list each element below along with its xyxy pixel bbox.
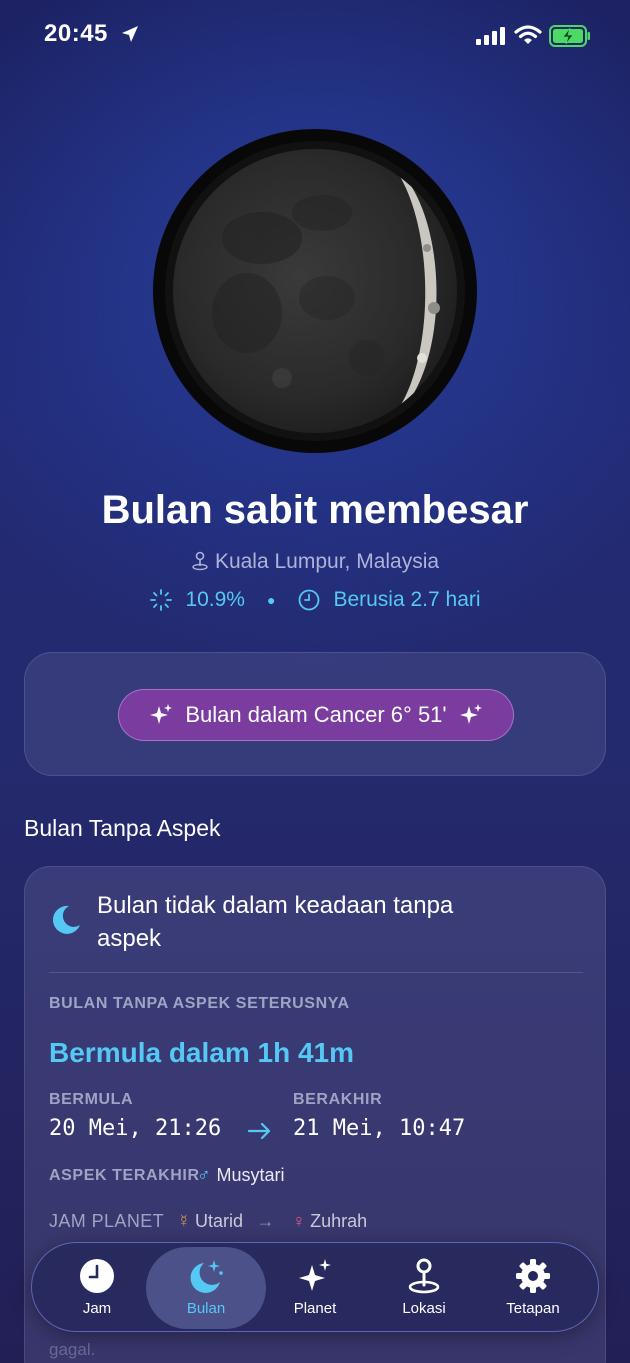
- location-arrow-icon: [122, 26, 138, 42]
- illumination-icon: [150, 589, 173, 611]
- zodiac-sign-pill[interactable]: Bulan dalam Cancer 6° 51': [118, 689, 514, 741]
- tab-planet[interactable]: Planet: [260, 1243, 370, 1333]
- last-aspect-label: ASPEK TERAKHIR: [49, 1167, 200, 1184]
- end-label: BERAKHIR: [293, 1091, 383, 1108]
- start-label: BERMULA: [49, 1091, 134, 1108]
- tab-label-tetapan: Tetapan: [506, 1300, 560, 1317]
- moon-phase-image: [153, 129, 477, 453]
- sparkles-icon: [299, 1259, 331, 1291]
- separator-dot: ●: [266, 592, 276, 608]
- cellular-signal-icon: [476, 27, 505, 45]
- moon-age: Berusia 2.7 hari: [333, 588, 481, 611]
- last-aspect-value: ♂ Musytari: [197, 1165, 285, 1186]
- tab-label-planet: Planet: [293, 1300, 337, 1317]
- illumination-value: 10.9%: [185, 588, 245, 611]
- wifi-icon: [514, 25, 542, 44]
- faded-description: gagal.: [49, 1340, 96, 1359]
- sparkle-right-icon: [459, 704, 482, 724]
- status-time: 20:45: [44, 20, 108, 47]
- moon-stars-icon: [190, 1260, 223, 1293]
- tab-bar: Jam Bulan Planet Lokasi Tetapan: [31, 1242, 599, 1332]
- tab-jam[interactable]: Jam: [42, 1243, 152, 1333]
- location-line[interactable]: Kuala Lumpur, Malaysia: [0, 550, 630, 574]
- moon-phase-title: Bulan sabit membesar: [101, 488, 529, 532]
- venus-symbol-icon: ♀: [292, 1211, 307, 1231]
- sparkle-left-icon: [150, 704, 173, 724]
- clock-small-icon: [299, 589, 320, 611]
- tab-lokasi[interactable]: Lokasi: [369, 1243, 479, 1333]
- tab-label-jam: Jam: [82, 1300, 112, 1317]
- location-pin-icon: [408, 1258, 440, 1294]
- planet-hours-label: JAM PLANET: [49, 1211, 164, 1231]
- section-title-void-of-course: Bulan Tanpa Aspek: [24, 815, 221, 841]
- aspect-symbol-icon: ♂: [197, 1165, 211, 1185]
- end-value: 21 Mei, 10:47: [293, 1116, 466, 1141]
- last-aspect-planet: Musytari: [216, 1165, 285, 1185]
- divider: [49, 972, 583, 973]
- planet-hour-current: Utarid: [195, 1211, 244, 1231]
- mercury-symbol-icon: ☿: [177, 1211, 192, 1231]
- location-pin-small-icon: [192, 551, 208, 571]
- tab-label-lokasi: Lokasi: [402, 1300, 446, 1317]
- battery-charging-icon: [549, 25, 590, 47]
- zodiac-card: Bulan dalam Cancer 6° 51': [24, 652, 606, 776]
- zodiac-sign-label: Bulan dalam Cancer 6° 51': [185, 702, 447, 727]
- moon-stats: 10.9% ● Berusia 2.7 hari: [0, 588, 630, 612]
- void-status-text: Bulan tidak dalam keadaan tanpa aspek: [97, 892, 454, 952]
- gear-icon: [516, 1259, 550, 1293]
- tab-tetapan[interactable]: Tetapan: [478, 1243, 588, 1333]
- planet-hours-row: JAM PLANET ☿ Utarid → ♀ Zuhrah: [49, 1211, 367, 1232]
- tab-bulan[interactable]: Bulan: [146, 1247, 266, 1329]
- tab-label-bulan: Bulan: [186, 1300, 226, 1317]
- planet-hour-next: Zuhrah: [310, 1211, 368, 1231]
- location-text: Kuala Lumpur, Malaysia: [214, 550, 440, 573]
- crescent-moon-icon: [52, 905, 80, 934]
- planet-hour-arrow-icon: →: [256, 1211, 275, 1231]
- clock-icon: [80, 1259, 114, 1293]
- arrow-right-icon: [247, 1122, 271, 1140]
- next-void-label: BULAN TANPA ASPEK SETERUSNYA: [49, 995, 350, 1012]
- start-value: 20 Mei, 21:26: [49, 1116, 222, 1141]
- status-bar: 20:45: [0, 0, 630, 72]
- next-void-countdown: Bermula dalam 1h 41m: [49, 1037, 355, 1068]
